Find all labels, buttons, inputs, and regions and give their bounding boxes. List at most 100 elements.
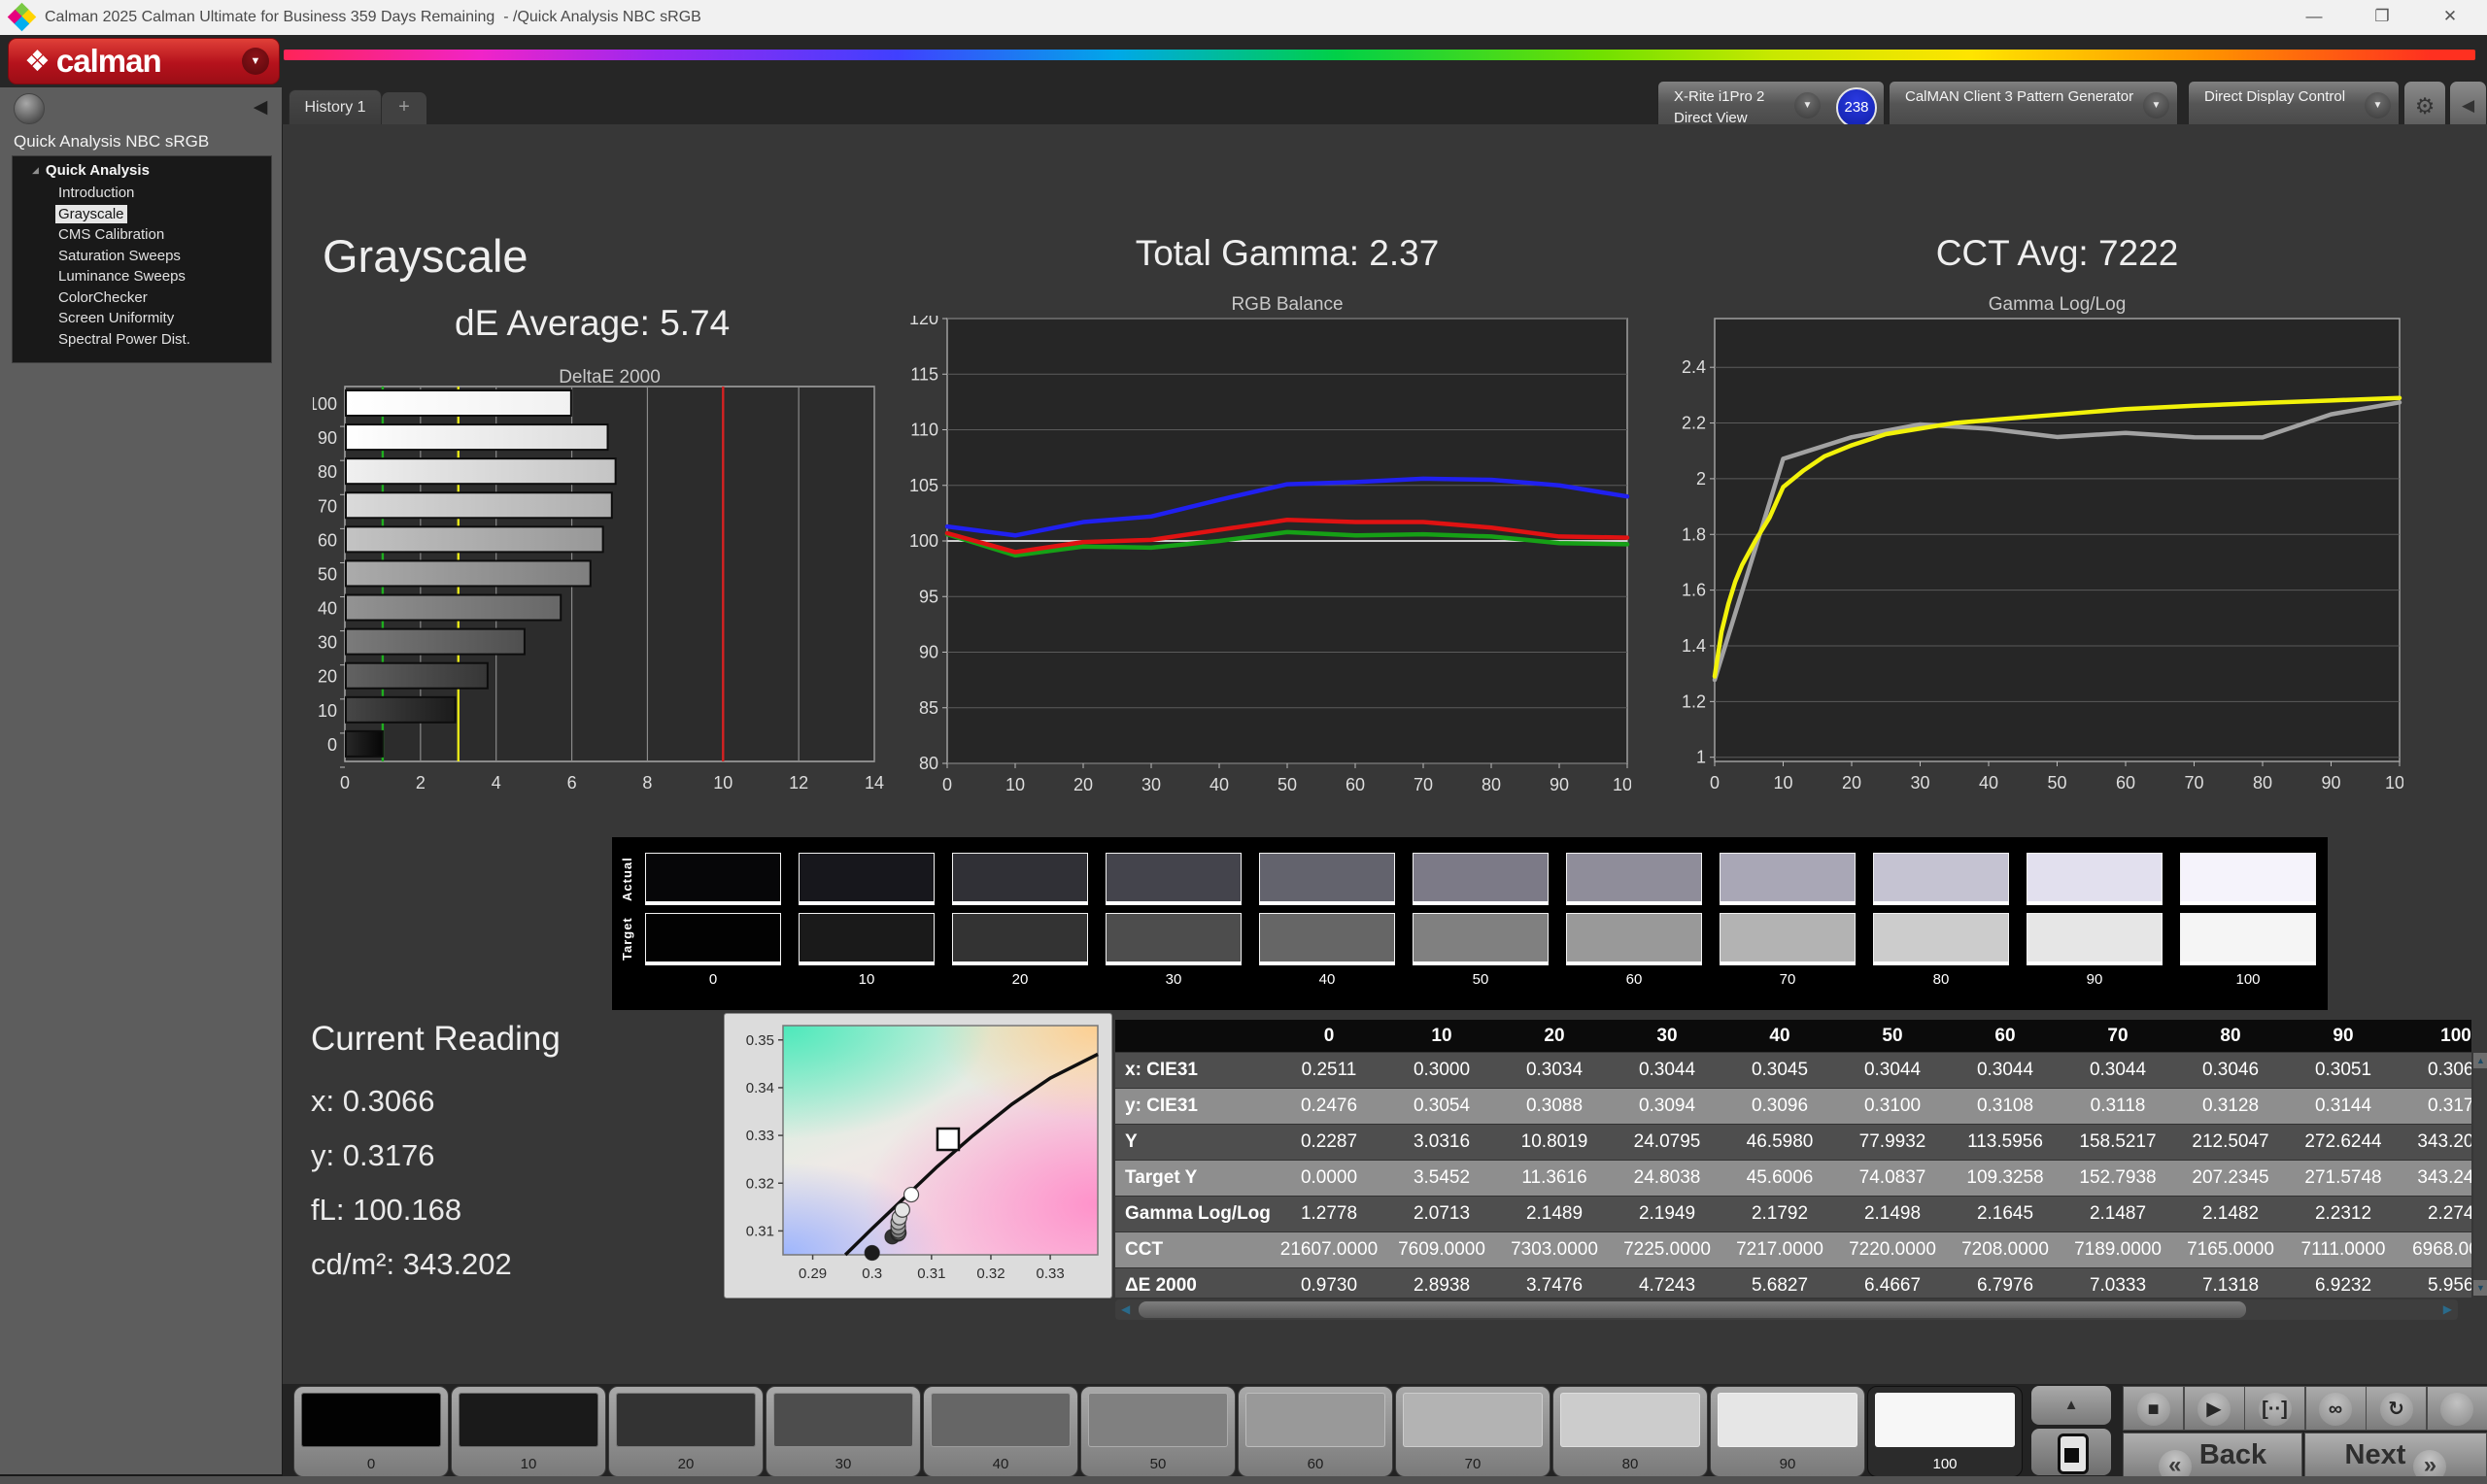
sidebar-item-saturation-sweeps[interactable]: Saturation Sweeps [58,247,181,265]
table-cell: 6968.0000 [2400,1239,2471,1261]
pattern-panel-up-button[interactable]: ▲ [2031,1386,2111,1425]
svg-text:10: 10 [1005,775,1025,792]
scrollbar-thumb[interactable] [1139,1301,2246,1318]
scroll-left-icon[interactable]: ◀ [1121,1299,1130,1320]
table-cell: 46.5980 [1723,1131,1836,1153]
pattern-level-button-30[interactable]: 30 [766,1386,921,1477]
table-cell: 7220.0000 [1836,1239,1949,1261]
sidebar-item-colorchecker[interactable]: ColorChecker [58,288,148,307]
table-cell: 21607.0000 [1273,1239,1385,1261]
pattern-level-button-60[interactable]: 60 [1238,1386,1393,1477]
refresh-button[interactable]: ↻ [2366,1386,2427,1431]
target-swatch-40 [1259,913,1395,965]
table-cell: 0.3044 [1836,1060,1949,1081]
tab-history-1[interactable]: History 1 [289,89,382,125]
close-button[interactable]: ✕ [2428,0,2472,33]
maximize-button[interactable]: ❐ [2360,0,2404,33]
svg-text:110: 110 [910,421,938,440]
table-cell: 0.3118 [2061,1096,2174,1117]
table-vertical-scrollbar[interactable]: ▲ ▼ [2473,1053,2487,1296]
pattern-level-button-100[interactable]: 100 [1867,1386,2023,1477]
minimize-button[interactable]: — [2292,0,2336,33]
svg-text:0: 0 [942,775,952,792]
table-cell: 7208.0000 [1949,1239,2061,1261]
sidebar-orb-button[interactable] [14,93,45,124]
svg-text:50: 50 [1278,775,1297,792]
table-column-header-30: 30 [1611,1026,1723,1047]
collapse-sidebar-button[interactable]: ◀ [247,95,274,120]
pattern-level-button-90[interactable]: 90 [1710,1386,1865,1477]
sidebar-item-screen-uniformity[interactable]: Screen Uniformity [58,309,174,327]
table-cell: 77.9932 [1836,1131,1949,1153]
pattern-level-button-40[interactable]: 40 [923,1386,1078,1477]
svg-text:95: 95 [919,587,938,606]
actual-swatch-100 [2180,853,2316,905]
sidebar-item-grayscale[interactable]: Grayscale [55,205,127,223]
next-button[interactable]: Next » [2304,1433,2487,1477]
table-cell: 0.3128 [2174,1096,2287,1117]
rgb-balance-line-chart: 8085909510010511011512001020304050607080… [901,316,1631,792]
calman-menu-button[interactable]: ❖ calman ▼ [8,38,280,84]
sidebar-item-spectral-power-dist-[interactable]: Spectral Power Dist. [58,330,190,349]
table-cell: 7217.0000 [1723,1239,1836,1261]
tree-expander-icon[interactable]: ◢ [32,165,39,176]
swatch-label-20: 20 [952,971,1088,988]
table-cell: 7.0333 [2061,1275,2174,1297]
scroll-right-icon[interactable]: ▶ [2443,1299,2452,1320]
pattern-level-label: 10 [452,1456,605,1472]
swatch-label-100: 100 [2180,971,2316,988]
table-cell: 2.2312 [2287,1203,2400,1225]
svg-text:90: 90 [919,643,938,662]
stop-button[interactable]: ■ [2123,1386,2184,1431]
table-horizontal-scrollbar[interactable]: ◀ ▶ [1115,1299,2458,1320]
tree-root-quick-analysis[interactable]: ◢Quick Analysis [32,162,150,179]
pattern-swatch-50 [1088,1393,1228,1447]
scroll-down-icon[interactable]: ▼ [2473,1280,2487,1296]
play-button[interactable]: ▶ [2184,1386,2245,1431]
scroll-up-icon[interactable]: ▲ [2473,1053,2487,1068]
sidebar-item-introduction[interactable]: Introduction [58,184,134,202]
pattern-level-button-70[interactable]: 70 [1395,1386,1550,1477]
pattern-window-icon [2058,1433,2089,1474]
back-button[interactable]: « Back [2123,1433,2302,1477]
pattern-level-button-50[interactable]: 50 [1080,1386,1236,1477]
svg-text:2.2: 2.2 [1682,414,1706,433]
pattern-swatch-20 [616,1393,756,1447]
svg-text:30: 30 [318,633,337,653]
pattern-swatch-40 [931,1393,1071,1447]
table-cell: 0.3094 [1611,1096,1723,1117]
svg-text:70: 70 [318,496,337,516]
table-row: Y0.22873.031610.801924.079546.598077.993… [1115,1124,2471,1160]
svg-text:0.29: 0.29 [799,1265,827,1282]
pattern-level-button-10[interactable]: 10 [451,1386,606,1477]
pattern-swatch-90 [1718,1393,1857,1447]
svg-text:0.31: 0.31 [746,1223,774,1239]
add-tab-button[interactable]: + [382,92,426,124]
indicator-button[interactable] [2427,1386,2487,1431]
pattern-window-button[interactable] [2031,1429,2111,1475]
svg-text:20: 20 [1073,775,1093,792]
table-row: CCT21607.00007609.00007303.00007225.0000… [1115,1231,2471,1267]
pattern-swatch-80 [1560,1393,1700,1447]
pattern-level-button-80[interactable]: 80 [1552,1386,1708,1477]
sidebar-item-luminance-sweeps[interactable]: Luminance Sweeps [58,267,186,286]
table-cell: 5.9560 [2400,1275,2471,1297]
title-bar: Calman 2025 Calman Ultimate for Business… [0,0,2487,36]
table-row-label: ΔE 2000 [1115,1275,1273,1297]
table-cell: 2.1482 [2174,1203,2287,1225]
swatch-label-80: 80 [1873,971,2009,988]
pattern-level-button-0[interactable]: 0 [293,1386,449,1477]
svg-text:50: 50 [2047,773,2066,792]
cct-avg-readout: CCT Avg: 7222 [1715,233,2400,274]
measure-continuous-button[interactable]: ∞ [2305,1386,2367,1431]
svg-text:80: 80 [318,462,337,482]
table-cell: 2.1487 [2061,1203,2174,1225]
actual-swatch-row [645,853,2316,905]
total-gamma-readout: Total Gamma: 2.37 [947,233,1627,274]
play-icon: ▶ [2197,1393,2231,1426]
meter-count-badge[interactable]: 238 [1836,87,1877,128]
actual-row-label: Actual [620,853,637,905]
measure-step-button[interactable]: [··] [2244,1386,2305,1431]
sidebar-item-cms-calibration[interactable]: CMS Calibration [58,225,164,244]
pattern-level-button-20[interactable]: 20 [608,1386,764,1477]
